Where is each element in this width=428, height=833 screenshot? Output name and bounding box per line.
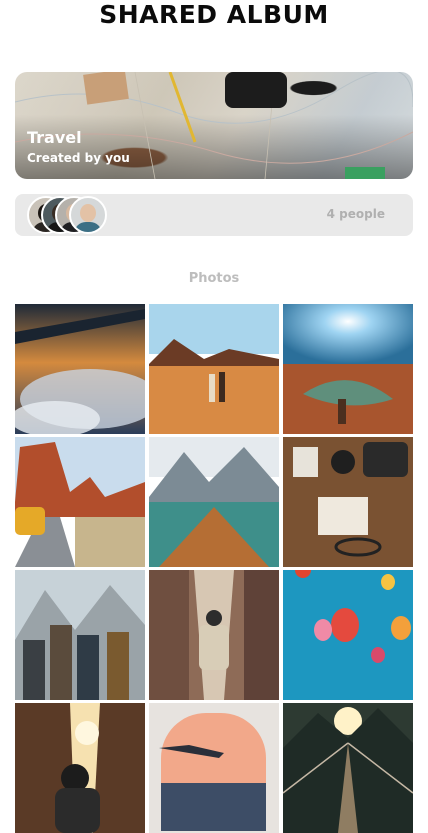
map-journal-camera-photo bbox=[283, 437, 413, 567]
alley-backpacker-photo bbox=[149, 570, 279, 700]
hikers-group-photo bbox=[15, 570, 145, 700]
page-title: SHARED ALBUM bbox=[99, 0, 329, 29]
album-cover-card[interactable]: Travel Created by you bbox=[15, 72, 413, 179]
photo-tile[interactable] bbox=[149, 304, 279, 434]
photo-tile[interactable] bbox=[283, 570, 413, 700]
photo-tile[interactable] bbox=[283, 703, 413, 833]
photo-tile[interactable] bbox=[15, 570, 145, 700]
photo-tile[interactable] bbox=[149, 570, 279, 700]
photos-section-label: Photos bbox=[188, 271, 240, 286]
desert-couple-photo bbox=[149, 304, 279, 434]
photo-tile[interactable] bbox=[15, 304, 145, 434]
canyon-sunburst-photo bbox=[283, 304, 413, 434]
people-count[interactable]: 4 people bbox=[327, 207, 385, 221]
red-rocks-van-photo bbox=[15, 437, 145, 567]
airplane-window-photo bbox=[149, 703, 279, 833]
album-name: Travel bbox=[27, 128, 82, 147]
airplane-wing-clouds-photo bbox=[15, 304, 145, 434]
photo-grid bbox=[15, 304, 413, 833]
lake-boat-photo bbox=[149, 437, 279, 567]
photo-tile[interactable] bbox=[283, 437, 413, 567]
album-subtitle: Created by you bbox=[27, 151, 130, 165]
avatar bbox=[69, 196, 107, 234]
photo-tile[interactable] bbox=[15, 703, 145, 833]
hot-air-balloons-photo bbox=[283, 570, 413, 700]
photo-tile[interactable] bbox=[149, 437, 279, 567]
photo-tile[interactable] bbox=[15, 437, 145, 567]
members-bar[interactable]: 4 people bbox=[15, 194, 413, 236]
photo-tile[interactable] bbox=[149, 703, 279, 833]
canyon-sun-hat-photo bbox=[15, 703, 145, 833]
photo-tile[interactable] bbox=[283, 304, 413, 434]
suspension-bridge-photo bbox=[283, 703, 413, 833]
